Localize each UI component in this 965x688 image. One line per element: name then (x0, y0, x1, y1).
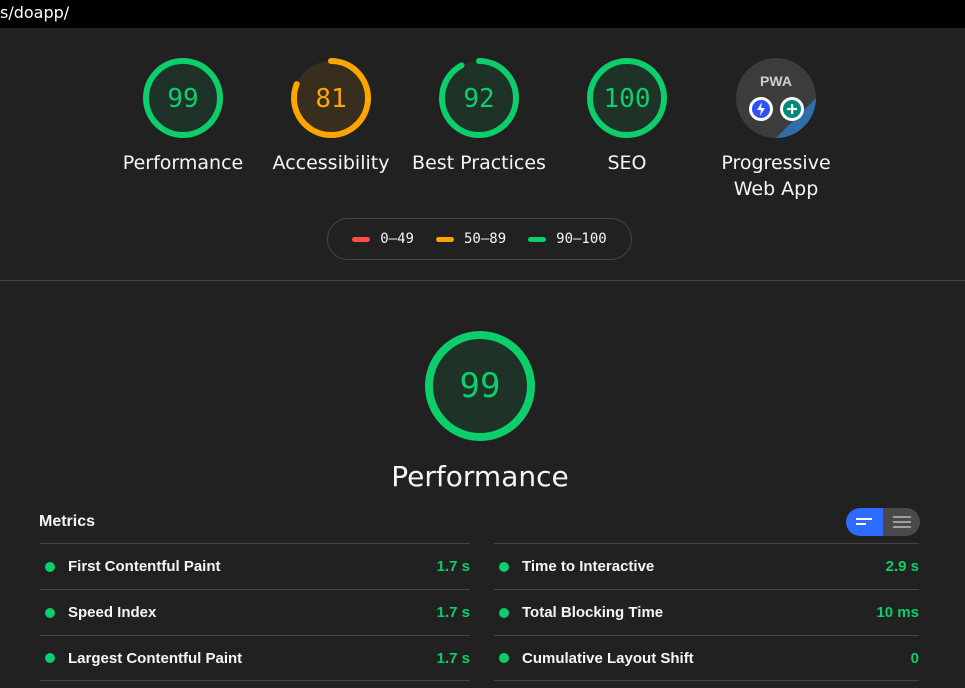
section-divider (0, 280, 965, 281)
lines-full-icon (892, 516, 911, 528)
legend-swatch (352, 236, 371, 242)
legend-item-average: 50–89 (435, 231, 507, 247)
gauge-label: Best Practices (412, 152, 546, 174)
metric-value: 1.7 s (436, 604, 470, 621)
pass-dot-icon (499, 561, 509, 572)
metric-name: Speed Index (68, 604, 157, 621)
gauge-label: Performance (122, 152, 244, 174)
big-score-ring: 99 (425, 331, 535, 441)
lines-short-icon (855, 518, 872, 525)
pwa-label-line2: Web App (733, 178, 819, 200)
big-score-value: 99 (460, 366, 501, 406)
score-value: 92 (463, 84, 494, 114)
metric-name: Time to Interactive (522, 558, 655, 575)
url-bar: s/doapp/ (0, 0, 965, 28)
metric-name: First Contentful Paint (68, 558, 221, 575)
gauge-label: SEO (607, 152, 647, 174)
metric-row: Speed Index 1.7 s (40, 589, 470, 635)
metrics-column-left: First Contentful Paint 1.7 s Speed Index… (40, 543, 470, 681)
url-text: s/doapp/ (0, 3, 70, 22)
metric-value: 1.7 s (436, 649, 470, 667)
metric-name: Total Blocking Time (522, 604, 664, 621)
metric-value: 0 (910, 649, 919, 667)
gauge-seo[interactable]: 100 SEO (557, 56, 697, 176)
score-value: 99 (167, 84, 198, 114)
pass-dot-icon (45, 607, 55, 618)
pass-dot-icon (45, 653, 55, 663)
legend-range: 50–89 (463, 231, 507, 247)
gauge-performance[interactable]: 99 Performance (113, 56, 253, 176)
score-ring: 99 (143, 58, 223, 138)
legend-range: 90–100 (556, 231, 607, 247)
pass-dot-icon (499, 607, 509, 618)
score-ring: 92 (439, 58, 519, 138)
legend-swatch (528, 236, 547, 242)
gauge-accessibility[interactable]: 81 Accessibility (261, 56, 401, 176)
legend-swatch (435, 236, 454, 242)
metric-row: Cumulative Layout Shift 0 (494, 635, 919, 681)
gauge-best-practices[interactable]: 92 Best Practices (409, 56, 549, 176)
section-title: Performance (391, 460, 569, 493)
pass-dot-icon (45, 561, 55, 572)
legend-range: 0–49 (380, 231, 414, 247)
metric-row: Largest Contentful Paint 1.7 s (40, 635, 470, 681)
metric-name: Largest Contentful Paint (68, 649, 243, 667)
gauge-pwa[interactable]: PWA Progressive Web App (705, 56, 847, 202)
pwa-badge-text: PWA (760, 73, 792, 89)
legend-item-pass: 90–100 (528, 231, 607, 247)
performance-summary: 99 Performance (380, 328, 580, 493)
metrics-column-right: Time to Interactive 2.9 s Total Blocking… (494, 543, 919, 681)
metric-value: 10 ms (876, 604, 919, 621)
score-value: 81 (315, 84, 346, 114)
metric-row: Total Blocking Time 10 ms (494, 589, 919, 635)
score-ring: 81 (291, 58, 371, 138)
metric-row: Time to Interactive 2.9 s (494, 543, 919, 589)
metric-value: 2.9 s (885, 558, 919, 575)
pass-dot-icon (499, 653, 509, 663)
pwa-badge-icon: PWA (736, 58, 816, 138)
score-value: 100 (604, 84, 651, 114)
metric-name: Cumulative Layout Shift (522, 649, 694, 667)
metrics-view-toggle[interactable] (846, 508, 920, 536)
metrics-heading: Metrics (39, 513, 96, 530)
expanded-view-button[interactable] (883, 508, 920, 536)
pwa-label-line1: Progressive (721, 152, 831, 174)
compact-view-button[interactable] (846, 508, 883, 536)
metric-value: 1.7 s (436, 558, 470, 575)
legend-item-fail: 0–49 (352, 231, 414, 247)
score-ring: 100 (587, 58, 667, 138)
score-legend: 0–49 50–89 90–100 (327, 218, 632, 260)
gauge-label: Progressive Web App (705, 150, 847, 202)
metric-row: First Contentful Paint 1.7 s (40, 543, 470, 589)
gauge-label: Accessibility (272, 152, 390, 174)
